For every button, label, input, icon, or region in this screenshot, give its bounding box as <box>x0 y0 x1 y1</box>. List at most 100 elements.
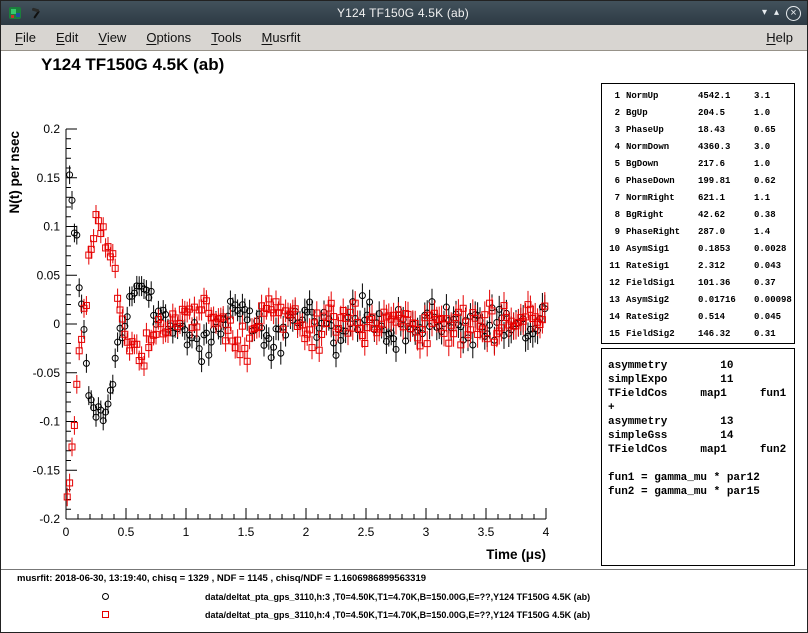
param-value: 217.6 <box>698 159 752 169</box>
parameter-row: 2BgUp204.51.0 <box>606 104 794 121</box>
menu-item-file[interactable]: File <box>5 27 46 48</box>
param-name: RateSig2 <box>626 312 696 322</box>
menu-accelerator: F <box>15 30 23 45</box>
menu-item-musrfit[interactable]: Musrfit <box>252 27 311 48</box>
param-value: 4542.1 <box>698 91 752 101</box>
plot-title: Y124 TF150G 4.5K (ab) <box>41 55 224 75</box>
param-idx: 4 <box>606 142 624 152</box>
param-value: 146.32 <box>698 329 752 339</box>
maximize-button[interactable]: ▴ <box>774 8 779 18</box>
parameter-row: 14RateSig20.5140.045 <box>606 308 794 325</box>
close-button[interactable]: × <box>786 6 801 21</box>
theory-line: TFieldCos map1 fun1 <box>608 387 794 401</box>
param-idx: 15 <box>606 329 624 339</box>
menu-item-help[interactable]: Help <box>756 27 803 48</box>
param-name: NormDown <box>626 142 696 152</box>
parameter-row: 1NormUp4542.13.1 <box>606 87 794 104</box>
parameter-box: 1NormUp4542.13.12BgUp204.51.03PhaseUp18.… <box>601 83 795 344</box>
x-tick-label: 1 <box>183 525 190 539</box>
x-tick-label: 3 <box>423 525 430 539</box>
parameter-row: 11RateSig12.3120.043 <box>606 257 794 274</box>
legend-item: data/deltat_pta_gps_3110,h:4 ,T0=4.50K,T… <box>1 607 807 625</box>
window-title: Y124 TF150G 4.5K (ab) <box>49 6 757 20</box>
param-error: 3.1 <box>754 91 794 101</box>
x-tick-label: 3.5 <box>478 525 495 539</box>
y-tick-label: -0.1 <box>39 415 60 429</box>
parameter-table: 1NormUp4542.13.12BgUp204.51.03PhaseUp18.… <box>606 87 794 342</box>
param-name: BgUp <box>626 108 696 118</box>
canvas-area: Y124 TF150G 4.5K (ab) 0.20.150.10.050-0.… <box>1 51 807 633</box>
param-error: 1.0 <box>754 159 794 169</box>
parameter-row: 12FieldSig1101.360.37 <box>606 274 794 291</box>
param-value: 101.36 <box>698 278 752 288</box>
y-tick-label: 0.15 <box>37 171 61 185</box>
param-error: 0.38 <box>754 210 794 220</box>
theory-line: fun2 = gamma_mu * par15 <box>608 485 794 499</box>
param-idx: 7 <box>606 193 624 203</box>
x-axis-title: Time (μs) <box>486 547 546 562</box>
param-error: 0.37 <box>754 278 794 288</box>
param-idx: 12 <box>606 278 624 288</box>
legend: data/deltat_pta_gps_3110,h:3 ,T0=4.50K,T… <box>1 589 807 625</box>
x-tick-label: 0 <box>63 525 70 539</box>
param-name: NormRight <box>626 193 696 203</box>
menu-accelerator: V <box>98 30 106 45</box>
param-error: 0.65 <box>754 125 794 135</box>
param-error: 0.045 <box>754 312 794 322</box>
theory-line: fun1 = gamma_mu * par12 <box>608 471 794 485</box>
legend-square-marker-icon <box>102 611 109 618</box>
musrview-window: Y124 TF150G 4.5K (ab) ▾ ▴ × FileEditViewOp… <box>0 0 808 633</box>
menu-item-view[interactable]: View <box>88 27 136 48</box>
hammer-icon <box>28 5 44 21</box>
param-idx: 1 <box>606 91 624 101</box>
param-error: 3.0 <box>754 142 794 152</box>
y-tick-label: 0 <box>53 317 60 331</box>
theory-line: asymmetry 10 <box>608 359 794 373</box>
param-value: 18.43 <box>698 125 752 135</box>
y-tick-label: 0.2 <box>43 122 60 136</box>
param-error: 0.043 <box>754 261 794 271</box>
menu-item-tools[interactable]: Tools <box>201 27 251 48</box>
parameter-row: 5BgDown217.61.0 <box>606 155 794 172</box>
theory-box: asymmetry 10simplExpo 11TFieldCos map1 f… <box>601 348 795 566</box>
param-error: 0.31 <box>754 329 794 339</box>
x-tick-label: 0.5 <box>118 525 135 539</box>
param-value: 199.81 <box>698 176 752 186</box>
param-error: 0.62 <box>754 176 794 186</box>
param-name: NormUp <box>626 91 696 101</box>
legend-run-label: data/deltat_pta_gps_3110,h:3 ,T0=4.50K,T… <box>205 592 590 602</box>
parameter-row: 8BgRight42.620.38 <box>606 206 794 223</box>
y-tick-label: -0.2 <box>39 512 60 526</box>
parameter-row: 7NormRight621.11.1 <box>606 189 794 206</box>
param-error: 1.4 <box>754 227 794 237</box>
chart-svg[interactable]: 0.20.150.10.050-0.05-0.1-0.15-0.200.511.… <box>1 79 571 569</box>
menu-left: FileEditViewOptionsToolsMusrfit <box>5 27 311 48</box>
theory-line <box>608 457 794 471</box>
theory-line: + <box>608 401 794 415</box>
param-idx: 3 <box>606 125 624 135</box>
param-error: 0.00098 <box>754 295 794 305</box>
series-square <box>64 205 548 506</box>
param-idx: 6 <box>606 176 624 186</box>
param-value: 0.514 <box>698 312 752 322</box>
param-name: PhaseDown <box>626 176 696 186</box>
parameter-row: 4NormDown4360.33.0 <box>606 138 794 155</box>
param-error: 1.0 <box>754 108 794 118</box>
y-tick-label: -0.05 <box>33 366 61 380</box>
menu-right: Help <box>756 27 803 48</box>
legend-run-label: data/deltat_pta_gps_3110,h:4 ,T0=4.50K,T… <box>205 610 590 620</box>
series-circle <box>67 166 548 431</box>
theory-line: TFieldCos map1 fun2 <box>608 443 794 457</box>
minimize-button[interactable]: ▾ <box>762 8 767 18</box>
menu-item-options[interactable]: Options <box>136 27 201 48</box>
param-value: 287.0 <box>698 227 752 237</box>
param-name: FieldSig2 <box>626 329 696 339</box>
menu-accelerator: T <box>211 30 218 45</box>
y-tick-label: -0.15 <box>33 463 61 477</box>
menu-item-edit[interactable]: Edit <box>46 27 88 48</box>
titlebar[interactable]: Y124 TF150G 4.5K (ab) ▾ ▴ × <box>1 1 807 25</box>
param-value: 204.5 <box>698 108 752 118</box>
x-tick-label: 2 <box>303 525 310 539</box>
y-tick-label: 0.05 <box>37 268 61 282</box>
param-idx: 14 <box>606 312 624 322</box>
